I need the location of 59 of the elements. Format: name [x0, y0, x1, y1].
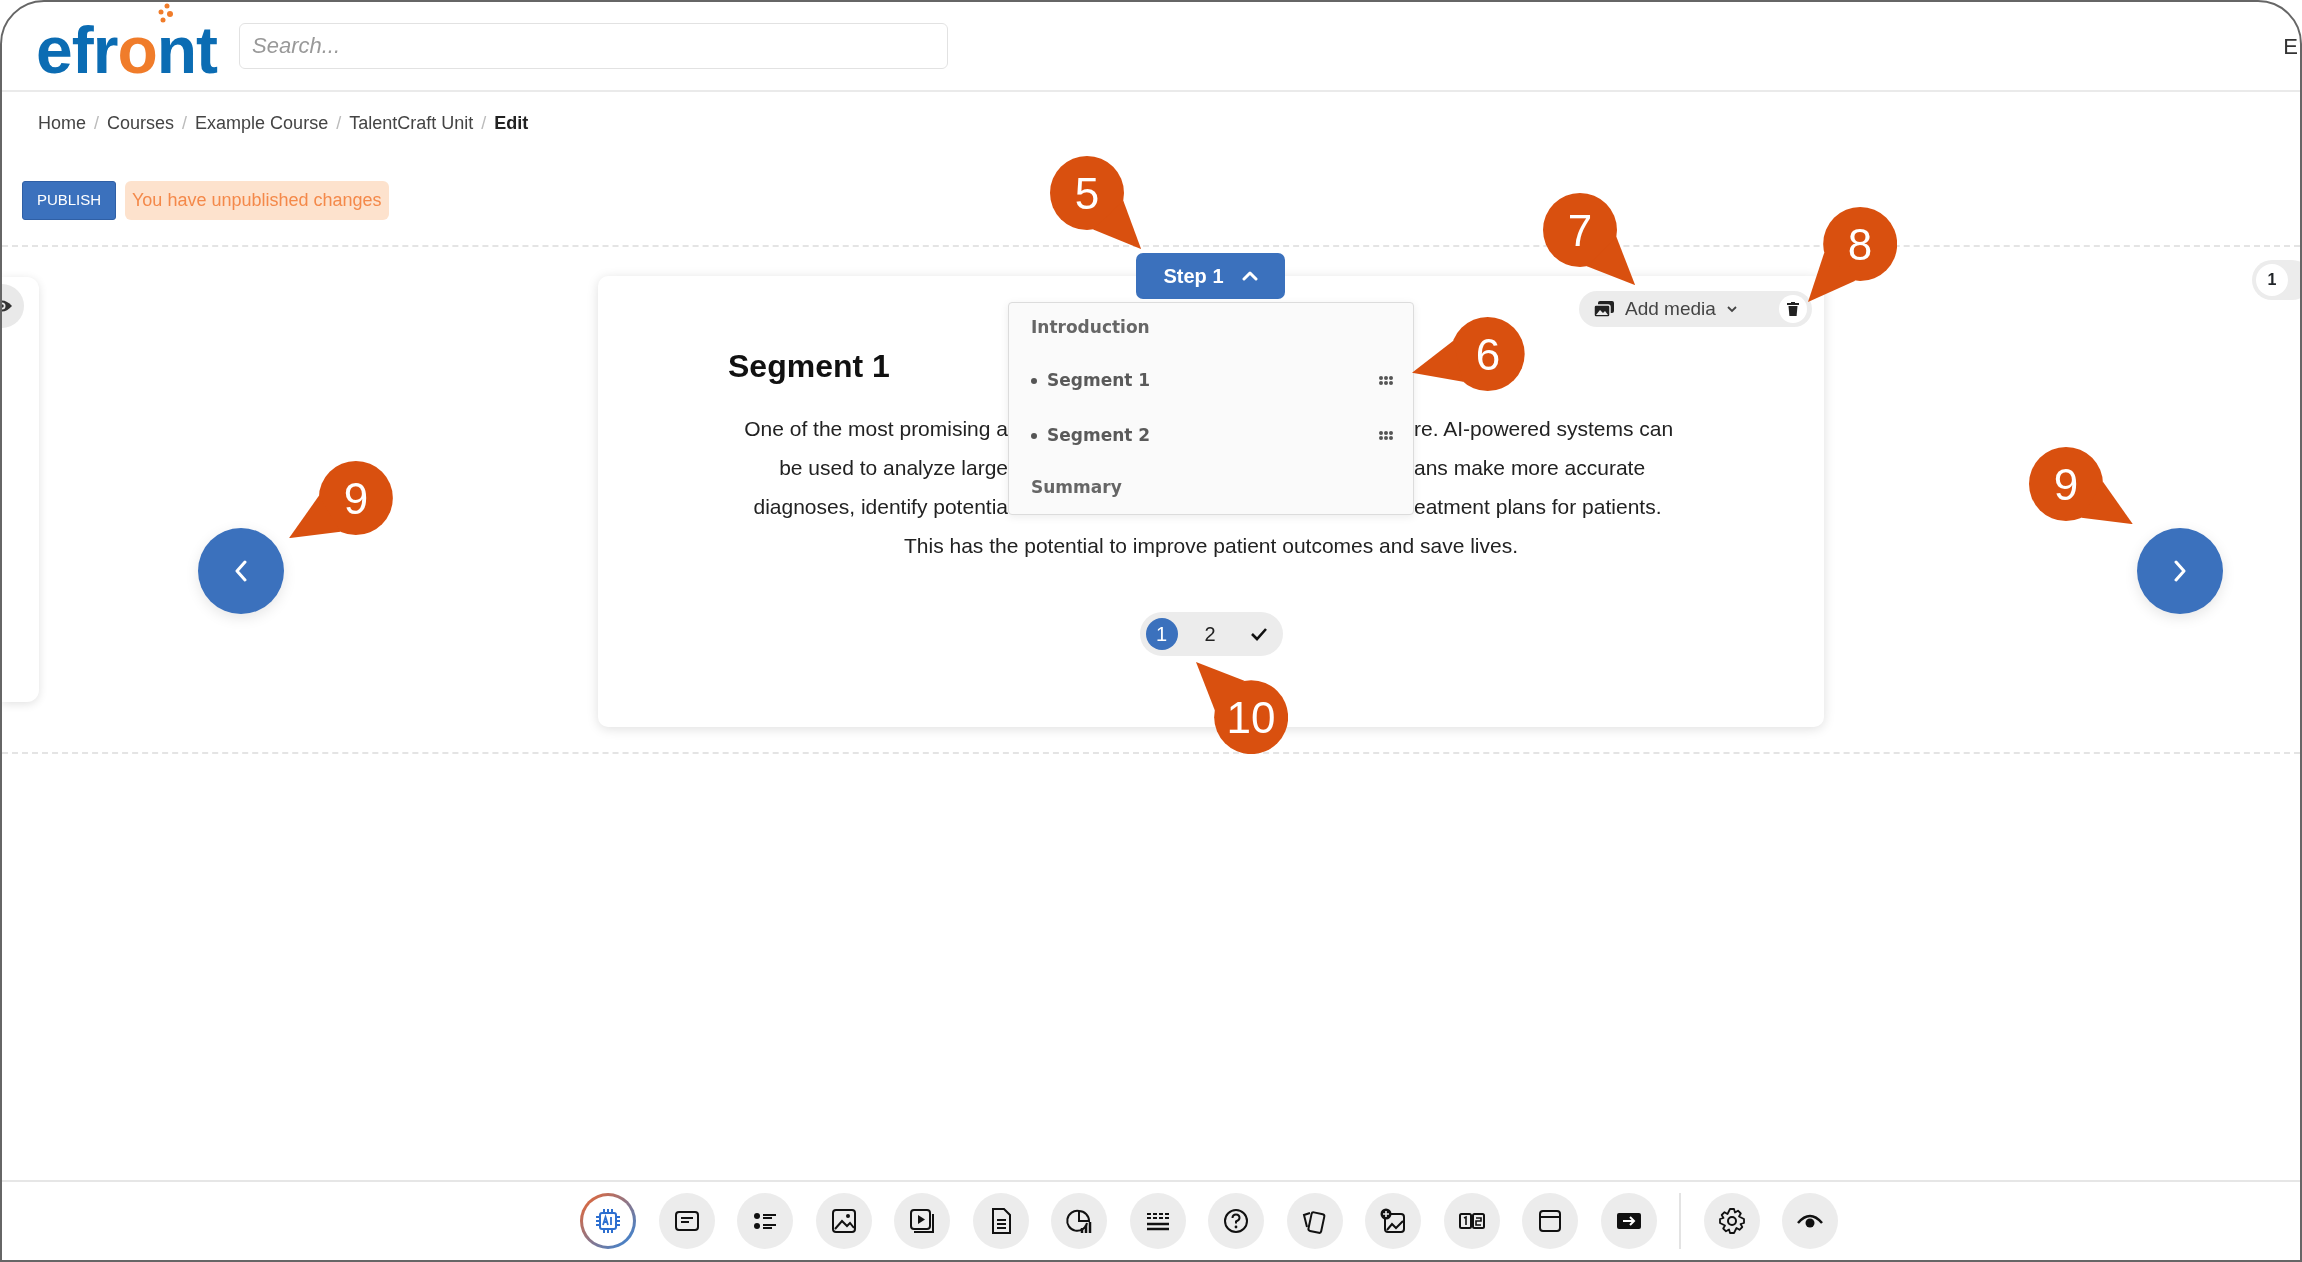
breadcrumb-separator: /	[182, 112, 188, 135]
tool-button[interactable]	[1782, 1193, 1838, 1249]
tool-button[interactable]	[737, 1193, 793, 1249]
breadcrumb-link[interactable]: TalentCraft Unit	[349, 110, 474, 152]
page-button[interactable]: 1	[1145, 618, 1178, 650]
tool-button[interactable]	[1365, 1193, 1421, 1249]
drag-handle-icon[interactable]	[1379, 431, 1393, 441]
check-icon[interactable]	[1249, 627, 1268, 641]
step-dropdown-button[interactable]: Step 1	[1136, 253, 1285, 299]
paragraph-fragment: One of the most promising a	[744, 417, 1008, 440]
chevron-right-icon	[2173, 560, 2187, 582]
tool-button[interactable]	[1522, 1193, 1578, 1249]
count-text: 1	[2256, 264, 2288, 296]
tool-button[interactable]	[1208, 1193, 1264, 1249]
drag-handle-icon[interactable]	[1379, 376, 1393, 386]
tool-button[interactable]	[1051, 1193, 1107, 1249]
page-button[interactable]: 2	[1194, 618, 1226, 650]
menu-section[interactable]: Summary	[1009, 463, 1413, 513]
menu-item[interactable]: Segment 2	[1047, 422, 1151, 449]
menu-section[interactable]: Introduction	[1009, 303, 1413, 353]
breadcrumb-current: Edit	[494, 112, 529, 135]
trash-icon	[1787, 302, 1799, 316]
bullet-icon	[1031, 432, 1037, 439]
status-badge: You have unpublished changes	[125, 181, 389, 220]
bullet-icon	[1031, 377, 1037, 384]
paragraph-fragment: ans make more accurate	[1414, 456, 1646, 479]
breadcrumb-link[interactable]: Courses	[107, 110, 175, 152]
breadcrumb-link[interactable]: Home	[38, 110, 86, 152]
question-icon	[1222, 1207, 1250, 1235]
side-tab[interactable]: 1	[2252, 260, 2300, 300]
chart-icon	[1065, 1207, 1093, 1235]
image-icon	[829, 1207, 858, 1235]
caret-icon	[1725, 305, 1738, 313]
add-image-icon	[1379, 1207, 1407, 1235]
breadcrumb-separator: /	[336, 112, 342, 135]
video-icon	[908, 1207, 936, 1235]
window-icon	[1536, 1207, 1564, 1235]
paragraph-fragment: re. AI-powered systems can	[1414, 417, 1674, 440]
images-icon	[1593, 300, 1615, 318]
breadcrumb-link[interactable]: Example Course	[195, 110, 329, 152]
delete-button[interactable]	[1779, 295, 1807, 323]
breadcrumb-separator: /	[481, 112, 487, 135]
chevron-left-icon	[234, 560, 248, 582]
paragraph-fragment: eatment plans for patients.	[1414, 495, 1662, 518]
search-field[interactable]: Search...	[239, 23, 948, 69]
settings-icon	[1717, 1207, 1746, 1235]
logo: efront	[36, 3, 217, 89]
chevron-up-icon	[1241, 271, 1258, 281]
paragraph-fragment: diagnoses, identify potentia	[753, 495, 1008, 518]
header-text: E	[2283, 33, 2298, 61]
paragraph-line: This has the potential to improve patient outcomes and save lives.	[903, 533, 1519, 559]
segment-title: Segment 1	[728, 348, 890, 384]
ai-chip-icon	[594, 1207, 622, 1235]
paragraph-fragment: be used to analyze large	[779, 456, 1008, 479]
tool-button[interactable]	[894, 1193, 950, 1249]
menu-item[interactable]: Segment 1	[1047, 367, 1151, 394]
publish-button[interactable]: PUBLISH	[22, 181, 116, 220]
add-media-button[interactable]: Add media	[1593, 294, 1738, 324]
breadcrumb-separator: /	[94, 112, 100, 135]
